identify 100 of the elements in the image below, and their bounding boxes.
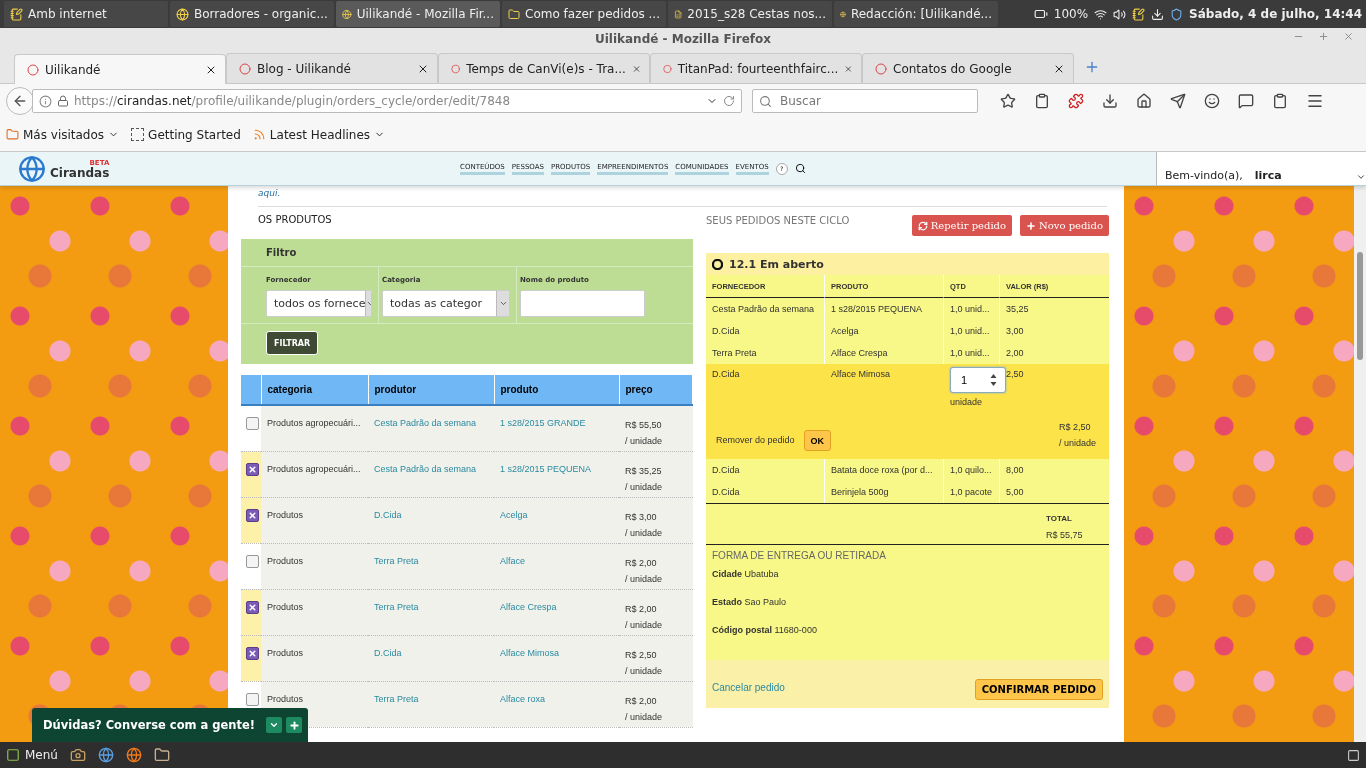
globe-icon[interactable] xyxy=(97,747,114,763)
taskbar-item[interactable]: Uilikandé - Mozilla Fir... xyxy=(336,1,500,27)
select-field[interactable]: todos os fornece xyxy=(266,290,372,317)
status-icon xyxy=(712,258,723,270)
checkbox[interactable] xyxy=(246,554,259,568)
section-heading: SEUS PEDIDOS NESTE CICLO xyxy=(706,215,851,226)
bookmark-item[interactable]: Latest Headlines xyxy=(252,127,386,142)
browser-tab[interactable]: TitanPad: fourteenthfairc... xyxy=(650,53,862,83)
quantity-field[interactable]: 1 xyxy=(950,367,1006,393)
clipboard-icon[interactable] xyxy=(1272,93,1288,109)
site-logo[interactable]: Cirandas xyxy=(50,166,110,179)
repeat-order-button[interactable]: Repetir pedido xyxy=(911,215,1013,236)
taskbar-item[interactable]: Borradores - organic... xyxy=(170,1,334,27)
checkbox[interactable] xyxy=(246,600,259,614)
price-text: R$ 35,25 xyxy=(625,464,663,478)
reload-icon[interactable] xyxy=(723,95,735,107)
browser-tab[interactable]: Contatos do Google xyxy=(862,53,1074,83)
star-icon[interactable] xyxy=(1000,93,1016,109)
quantity-input[interactable]: 1 xyxy=(961,374,981,386)
new-order-button[interactable]: Novo pedido xyxy=(1020,215,1109,236)
price-text: R$ 3,00 xyxy=(625,510,658,524)
checkbox[interactable] xyxy=(246,646,259,660)
producer-link[interactable]: Terra Preta xyxy=(374,601,419,612)
taskbar-item[interactable]: Como fazer pedidos ... xyxy=(502,1,666,27)
table-cell: 1 s28/2015 PEQUENA xyxy=(825,298,944,320)
price-text: R$ 2,00 xyxy=(625,556,658,570)
cancel-link[interactable]: Cancelar pedido xyxy=(712,681,785,693)
product-link[interactable]: Acelga xyxy=(500,509,528,520)
search-input[interactable]: Buscar xyxy=(778,93,958,109)
product-link[interactable]: Alface roxa xyxy=(500,693,546,704)
taskbar-item[interactable]: 2015_s28 Cestas nos... xyxy=(668,1,832,27)
product-link[interactable]: Alface xyxy=(500,555,525,566)
notebook-icon[interactable] xyxy=(1132,7,1146,21)
checkbox[interactable] xyxy=(246,692,259,706)
send-icon[interactable] xyxy=(1170,93,1186,109)
producer-link[interactable]: D.Cida xyxy=(374,509,402,520)
product-link[interactable]: 1 s28/2015 GRANDE xyxy=(500,418,586,428)
volume-icon[interactable] xyxy=(1113,7,1127,21)
download-icon[interactable] xyxy=(1102,93,1118,109)
producer-link[interactable]: Terra Preta xyxy=(374,555,419,566)
caret-icon[interactable] xyxy=(1356,172,1366,182)
product-link[interactable]: Alface Mimosa xyxy=(500,647,560,658)
camera-icon[interactable] xyxy=(69,747,86,763)
wifi-icon[interactable] xyxy=(1094,7,1108,21)
folder-icon[interactable] xyxy=(153,747,170,763)
globe-icon[interactable] xyxy=(125,747,142,763)
window-icon[interactable] xyxy=(1347,748,1360,762)
scrollbar-thumb[interactable] xyxy=(1357,252,1363,360)
puzzle-icon[interactable] xyxy=(1068,93,1084,109)
info-icon xyxy=(39,94,52,108)
taskbar-item[interactable]: Amb internet xyxy=(4,1,168,27)
checkbox[interactable] xyxy=(246,508,259,522)
price-text: R$ 2,00 xyxy=(625,602,658,616)
menu-icon[interactable] xyxy=(1306,92,1324,110)
product-link[interactable]: 1 s28/2015 PEQUENA xyxy=(500,463,592,474)
producer-link[interactable]: Cesta Padrão da semana xyxy=(374,463,477,474)
checkbox[interactable] xyxy=(246,417,259,430)
bookmark-item[interactable]: Getting Started xyxy=(131,127,241,142)
globe-icon xyxy=(342,7,352,21)
select-field[interactable]: todas as categor xyxy=(382,290,510,317)
confirm-button[interactable]: CONFIRMAR PEDIDO xyxy=(974,678,1103,700)
welcome-text: Bem-vindo(a), xyxy=(1165,169,1243,182)
chat-icon[interactable] xyxy=(1238,93,1254,109)
producer-link[interactable]: Cesta Padrão da semana xyxy=(374,418,477,428)
table-cell-text: 8,00 xyxy=(1005,464,1025,477)
shield-icon[interactable] xyxy=(1170,7,1184,21)
browser-tab[interactable]: Temps de CanVi(e)s - Tra... xyxy=(438,53,650,83)
bookmark-item[interactable]: Más visitados xyxy=(6,127,120,142)
rss-icon xyxy=(252,128,266,141)
smile-icon[interactable] xyxy=(1204,93,1220,109)
home-icon[interactable] xyxy=(1136,93,1152,109)
browser-tab[interactable]: Uilikandé xyxy=(14,54,226,84)
product-link[interactable]: Alface Crespa xyxy=(500,601,557,612)
table-cell: 1,0 pacote xyxy=(944,481,1000,503)
chat-text[interactable]: Dúvidas? Converse com a gente! xyxy=(43,718,262,732)
checkbox[interactable] xyxy=(246,462,259,476)
battery-icon[interactable] xyxy=(1033,7,1048,21)
producer-link[interactable]: D.Cida xyxy=(374,647,402,658)
search-icon[interactable] xyxy=(794,163,806,174)
add-button[interactable] xyxy=(286,717,302,733)
search-field[interactable]: Buscar xyxy=(752,89,978,113)
clipboard-icon[interactable] xyxy=(1034,93,1050,109)
clock-text[interactable]: Sábado, 4 de julho, 14:44 xyxy=(1189,7,1362,21)
user-link[interactable]: lirca xyxy=(1254,169,1344,182)
link[interactable]: aqui. xyxy=(258,188,1092,206)
browser-tab[interactable]: Blog - Uilikandé xyxy=(226,53,438,83)
ok-button[interactable]: OK xyxy=(803,430,832,451)
filter-button[interactable]: FILTRAR xyxy=(266,331,319,355)
delivery-heading: FORMA DE ENTREGA OU RETIRADA xyxy=(712,550,887,561)
producer-link[interactable]: Terra Preta xyxy=(374,693,419,704)
input-field[interactable] xyxy=(520,290,645,317)
caret-icon xyxy=(269,720,279,730)
back-button[interactable] xyxy=(6,87,34,115)
download-icon[interactable] xyxy=(1151,7,1165,21)
collapse-button[interactable] xyxy=(266,717,282,733)
address-field[interactable]: https://cirandas.net/profile/uilikande/plugin/orders_cycle/order/edit/7848 xyxy=(32,89,742,113)
maximize-icon[interactable] xyxy=(1318,31,1329,42)
taskbar-item[interactable]: Redacción: [Uilikandé... xyxy=(834,1,998,27)
delivery-field: Cidade Ubatuba xyxy=(712,569,1103,597)
menu-button[interactable]: Menú xyxy=(6,748,58,762)
